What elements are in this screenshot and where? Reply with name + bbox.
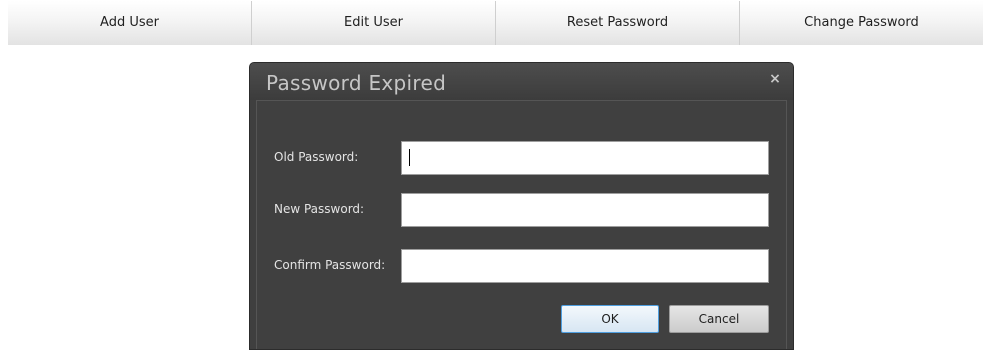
ok-button[interactable]: OK — [561, 305, 659, 333]
confirm-password-field[interactable] — [401, 249, 769, 283]
confirm-password-label: Confirm Password: — [274, 258, 386, 272]
new-password-label: New Password: — [274, 202, 365, 216]
dialog-body: Old Password: New Password: Confirm Pass… — [256, 100, 787, 349]
new-password-field[interactable] — [401, 193, 769, 227]
old-password-label: Old Password: — [274, 150, 359, 164]
confirm-password-row: Confirm Password: — [257, 249, 786, 285]
add-user-button[interactable]: Add User — [8, 1, 252, 45]
cancel-button[interactable]: Cancel — [669, 305, 769, 333]
password-expired-dialog: Password Expired × Old Password: New Pas… — [249, 62, 794, 350]
edit-user-button[interactable]: Edit User — [252, 1, 496, 45]
toolbar: Add User Edit User Reset Password Change… — [8, 1, 983, 45]
new-password-row: New Password: — [257, 193, 786, 229]
old-password-row: Old Password: — [257, 141, 786, 177]
page: Add User Edit User Reset Password Change… — [0, 0, 983, 350]
close-icon[interactable]: × — [767, 71, 783, 87]
change-password-button[interactable]: Change Password — [740, 1, 983, 45]
text-cursor — [409, 149, 410, 166]
old-password-field[interactable] — [401, 141, 769, 175]
dialog-title: Password Expired — [266, 71, 447, 95]
dialog-title-bar[interactable]: Password Expired × — [250, 63, 793, 100]
reset-password-button[interactable]: Reset Password — [496, 1, 740, 45]
